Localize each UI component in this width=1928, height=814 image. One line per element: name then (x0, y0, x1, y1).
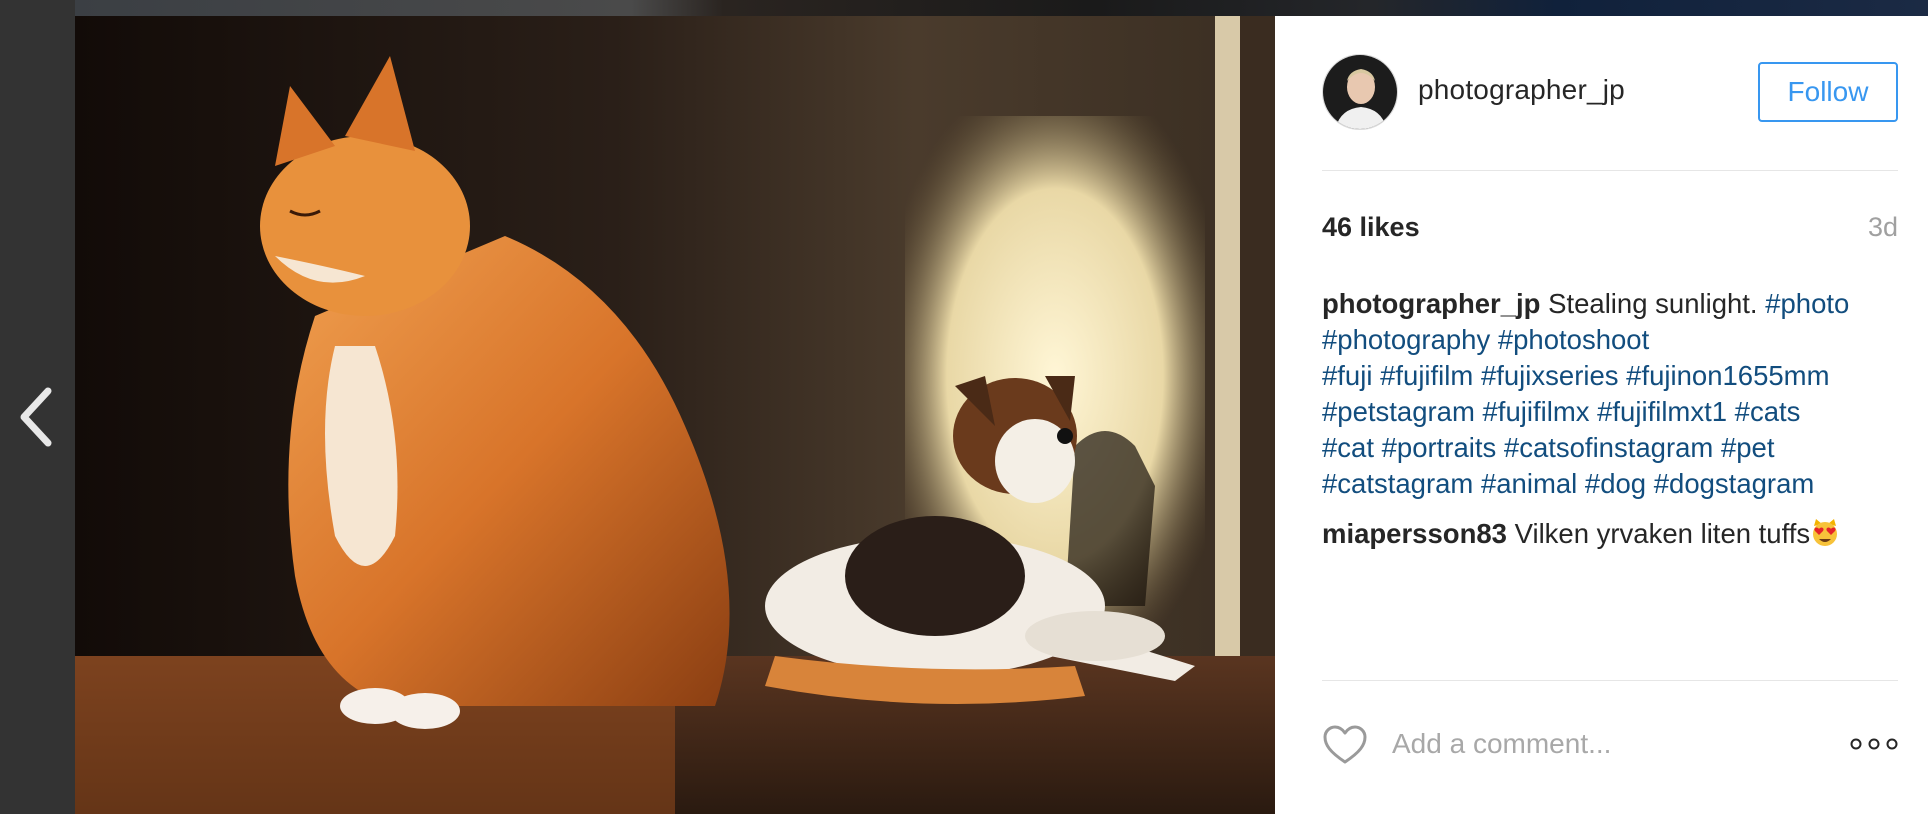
hashtag[interactable]: #fujifilmxt1 (1597, 396, 1727, 427)
background-feed-strip (75, 0, 1928, 16)
hashtag[interactable]: #cats (1735, 396, 1801, 427)
hashtag[interactable]: #fujifilm (1380, 360, 1473, 391)
follow-button[interactable]: Follow (1758, 62, 1898, 122)
post-author-username[interactable]: photographer_jp (1418, 74, 1625, 106)
comments-list: photographer_jp Stealing sunlight. #phot… (1322, 286, 1902, 566)
more-options-icon[interactable] (1850, 736, 1898, 752)
comment-item: miapersson83 Vilken yrvaken liten tuffs (1322, 516, 1902, 552)
chevron-left-icon (20, 387, 52, 447)
previous-post-button[interactable] (14, 385, 58, 449)
hashtag[interactable]: #catsofinstagram (1504, 432, 1713, 463)
hashtag[interactable]: #cat (1322, 432, 1374, 463)
caption-text: Stealing sunlight. (1548, 288, 1758, 319)
hashtag[interactable]: #pet (1721, 432, 1775, 463)
profile-photo (1323, 55, 1397, 129)
hashtag[interactable]: #photo (1765, 288, 1849, 319)
hashtag[interactable]: #portraits (1382, 432, 1497, 463)
heart-icon[interactable] (1322, 724, 1368, 766)
likes-count[interactable]: 46 likes (1322, 212, 1420, 243)
hashtag[interactable]: #dog (1585, 468, 1646, 499)
header-divider (1322, 170, 1898, 171)
hashtag[interactable]: #petstagram (1322, 396, 1475, 427)
avatar[interactable] (1322, 54, 1398, 130)
post-details-panel: photographer_jp Follow 46 likes 3d photo… (1275, 16, 1928, 814)
comment-author[interactable]: miapersson83 (1322, 518, 1507, 549)
heart-eyes-cat-emoji (1813, 519, 1838, 546)
caption-author[interactable]: photographer_jp (1322, 288, 1540, 319)
comment-text: Vilken yrvaken liten tuffs (1514, 518, 1811, 549)
comment-composer (1322, 716, 1898, 776)
hashtag[interactable]: #photography (1322, 324, 1490, 355)
post-header: photographer_jp Follow (1322, 54, 1898, 132)
post-photo[interactable] (75, 16, 1275, 814)
hashtag[interactable]: #animal (1481, 468, 1577, 499)
cat-and-dog-photo (75, 16, 1275, 814)
caption: photographer_jp Stealing sunlight. #phot… (1322, 286, 1902, 502)
add-comment-input[interactable] (1392, 722, 1812, 766)
hashtag[interactable]: #photoshoot (1498, 324, 1649, 355)
hashtag[interactable]: #fujixseries (1481, 360, 1619, 391)
post-timestamp: 3d (1867, 212, 1898, 242)
hashtag[interactable]: #fujinon1655mm (1626, 360, 1829, 391)
hashtag[interactable]: #dogstagram (1654, 468, 1815, 499)
hashtag[interactable]: #catstagram (1322, 468, 1473, 499)
post-modal: photographer_jp Follow 46 likes 3d photo… (0, 0, 1928, 814)
footer-divider (1322, 680, 1898, 681)
hashtag[interactable]: #fuji (1322, 360, 1372, 391)
hashtag[interactable]: #fujifilmx (1483, 396, 1590, 427)
